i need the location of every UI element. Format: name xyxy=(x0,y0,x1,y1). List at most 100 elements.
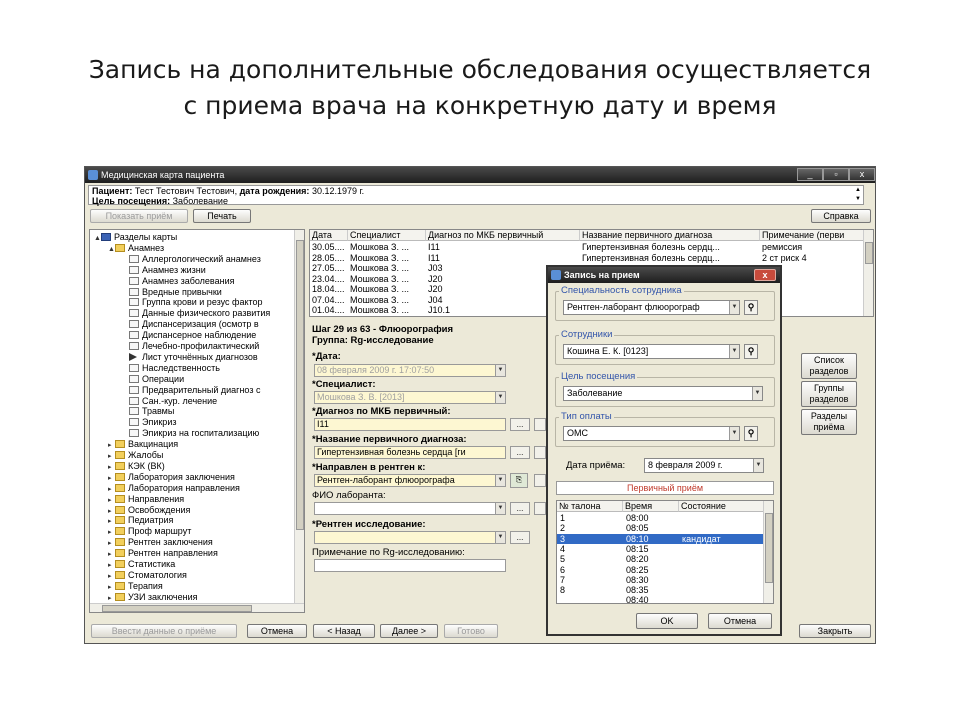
time-slot-row[interactable]: 08:40 xyxy=(557,595,764,603)
time-slot-row[interactable]: 6 08:25 xyxy=(557,565,764,575)
close-button[interactable]: Закрыть xyxy=(799,624,871,638)
chevron-down-icon[interactable]: ▼ xyxy=(495,475,505,486)
tree-item[interactable]: Аллергологический анамнез xyxy=(122,254,294,265)
expander-icon[interactable]: ▸ xyxy=(108,473,115,483)
tree-item[interactable]: ▸ Лаборатория заключения xyxy=(108,472,294,483)
maximize-button[interactable]: ▫ xyxy=(823,168,849,181)
tree-item[interactable]: Вредные привычки xyxy=(122,287,294,298)
lab-assistant-field[interactable]: ▼ xyxy=(314,502,506,515)
tree-item[interactable]: Анамнез заболевания xyxy=(122,276,294,287)
expander-icon[interactable]: ▸ xyxy=(108,538,115,548)
tree-item[interactable]: ▸ Жалобы xyxy=(108,450,294,461)
chevron-down-icon[interactable]: ▼ xyxy=(753,459,763,472)
diagnosis-lookup-button[interactable]: ... xyxy=(510,446,530,459)
dialog-close-button[interactable]: x xyxy=(754,269,776,281)
tree-item[interactable]: ▸ Статистика xyxy=(108,559,294,570)
visit-sections-button[interactable]: Разделы приёма xyxy=(801,409,857,435)
time-slot-row[interactable]: 4 08:15 xyxy=(557,544,764,554)
scroll-down-icon[interactable]: ▼ xyxy=(855,195,861,204)
tree-item[interactable]: ▸ Стоматология xyxy=(108,570,294,581)
enter-visit-data-button[interactable]: Ввести данные о приёме xyxy=(91,624,237,638)
tree-item[interactable]: Предварительный диагноз с xyxy=(122,385,294,396)
xray-clear-button[interactable] xyxy=(534,474,546,487)
tree-item[interactable]: Наследственность xyxy=(122,363,294,374)
tree-hscroll-thumb[interactable] xyxy=(102,605,252,612)
tree-horizontal-scrollbar[interactable] xyxy=(90,603,304,612)
expander-icon[interactable]: ▸ xyxy=(108,571,115,581)
chevron-down-icon[interactable]: ▼ xyxy=(495,365,505,376)
slots-scroll-thumb[interactable] xyxy=(765,513,773,583)
expander-icon[interactable]: ▲ xyxy=(94,233,101,243)
tree-item[interactable]: Лечебно-профилактический xyxy=(122,341,294,352)
tree-item[interactable]: Сан.-кур. лечение xyxy=(122,396,294,407)
lab-clear-button[interactable] xyxy=(534,502,546,515)
card-sections-tree[interactable]: ▲ Разделы карты ▲ Анамнез Аллергологический … xyxy=(89,229,305,613)
diagnosis-name-field[interactable]: Гипертензивная болезнь сердца [ги xyxy=(314,446,506,459)
tree-item[interactable]: ▸ Педиатрия xyxy=(108,515,294,526)
time-slot-row[interactable]: 7 08:30 xyxy=(557,575,764,585)
time-slot-row[interactable]: 1 08:00 xyxy=(557,513,764,523)
tree-item[interactable]: Эпикриз xyxy=(122,417,294,428)
expander-icon[interactable]: ▸ xyxy=(108,593,115,603)
rg-note-field[interactable] xyxy=(314,559,506,572)
tree-item[interactable]: Травмы xyxy=(122,406,294,417)
binoculars-search-icon[interactable]: ⚲ xyxy=(744,344,758,359)
specialty-select[interactable]: Рентген-лаборант флюорограф ▼ xyxy=(563,300,740,315)
chevron-down-icon[interactable]: ▼ xyxy=(495,392,505,403)
expander-icon[interactable]: ▸ xyxy=(108,495,115,505)
tree-item[interactable]: Данные физического развития xyxy=(122,308,294,319)
expander-icon[interactable]: ▸ xyxy=(108,560,115,570)
done-button[interactable]: Готово xyxy=(444,624,498,638)
expander-icon[interactable]: ▸ xyxy=(108,484,115,494)
expander-icon[interactable]: ▸ xyxy=(108,440,115,450)
diagnosis-clear-button[interactable] xyxy=(534,446,546,459)
tree-item[interactable]: ▸ Лаборатория направления xyxy=(108,483,294,494)
expander-icon[interactable]: ▲ xyxy=(108,244,115,254)
cancel-button[interactable]: Отмена xyxy=(247,624,307,638)
tree-item[interactable]: Группа крови и резус фактор xyxy=(122,297,294,308)
schedule-appointment-icon[interactable]: ⎘ xyxy=(510,473,528,488)
binoculars-search-icon[interactable]: ⚲ xyxy=(744,300,758,315)
tree-item[interactable]: Диспансеризация (осмотр в xyxy=(122,319,294,330)
expander-icon[interactable]: ▸ xyxy=(108,516,115,526)
xray-referral-field[interactable]: Рентген-лаборант флюорографа ▼ xyxy=(314,474,506,487)
staff-select[interactable]: Кошина Е. К. [0123] ▼ xyxy=(563,344,740,359)
expander-icon[interactable]: ▸ xyxy=(108,506,115,516)
scroll-up-icon[interactable]: ▲ xyxy=(855,186,861,195)
chevron-down-icon[interactable]: ▼ xyxy=(495,532,505,543)
expander-icon[interactable]: ▸ xyxy=(108,582,115,592)
column-header[interactable]: Примечание (перви xyxy=(760,230,865,241)
column-header[interactable]: Диагноз по МКБ первичный xyxy=(426,230,580,241)
time-slot-row[interactable]: 2 08:05 xyxy=(557,523,764,533)
column-header[interactable]: Специалист xyxy=(348,230,426,241)
tree-item[interactable]: ▸ Рентген направления xyxy=(108,548,294,559)
xray-study-field[interactable]: ▼ xyxy=(314,531,506,544)
time-slot-row[interactable]: 8 08:35 xyxy=(557,585,764,595)
study-lookup-button[interactable]: ... xyxy=(510,531,530,544)
tree-item[interactable]: Анамнез жизни xyxy=(122,265,294,276)
visits-scroll-thumb[interactable] xyxy=(865,242,873,264)
tree-item[interactable]: ▲ Анамнез xyxy=(108,243,294,254)
appointment-date-picker[interactable]: 8 февраля 2009 г. ▼ xyxy=(644,458,764,473)
tree-item[interactable]: ▸ Вакцинация xyxy=(108,439,294,450)
time-slot-row[interactable]: 3 08:10 кандидат xyxy=(557,533,764,544)
tree-item[interactable]: Эпикриз на госпитализацию xyxy=(122,428,294,439)
tree-item[interactable]: Лист уточнённых диагнозов xyxy=(122,352,294,363)
tree-item[interactable]: ▸ Направления xyxy=(108,494,294,505)
tree-vertical-scrollbar[interactable] xyxy=(294,230,304,612)
time-slots-table[interactable]: № талона Время Состояние 1 08:00 2 08:05 3 08… xyxy=(556,500,774,604)
expander-icon[interactable]: ▸ xyxy=(108,527,115,537)
list-sections-button[interactable]: Список разделов xyxy=(801,353,857,379)
tree-item[interactable]: ▸ Проф маршрут xyxy=(108,526,294,537)
expander-icon[interactable]: ▸ xyxy=(108,549,115,559)
payment-type-select[interactable]: ОМС ▼ xyxy=(563,426,740,441)
back-button[interactable]: < Назад xyxy=(313,624,375,638)
mkb-clear-button[interactable] xyxy=(534,418,546,431)
help-button[interactable]: Справка xyxy=(811,209,871,223)
tree-item[interactable]: ▸ КЭК (ВК) xyxy=(108,461,294,472)
column-header[interactable]: Название первичного диагноза xyxy=(580,230,760,241)
mkb-lookup-button[interactable]: ... xyxy=(510,418,530,431)
groups-sections-button[interactable]: Группы разделов xyxy=(801,381,857,407)
close-window-button[interactable]: x xyxy=(849,168,875,181)
tree-item[interactable]: ▸ Освобождения xyxy=(108,505,294,516)
